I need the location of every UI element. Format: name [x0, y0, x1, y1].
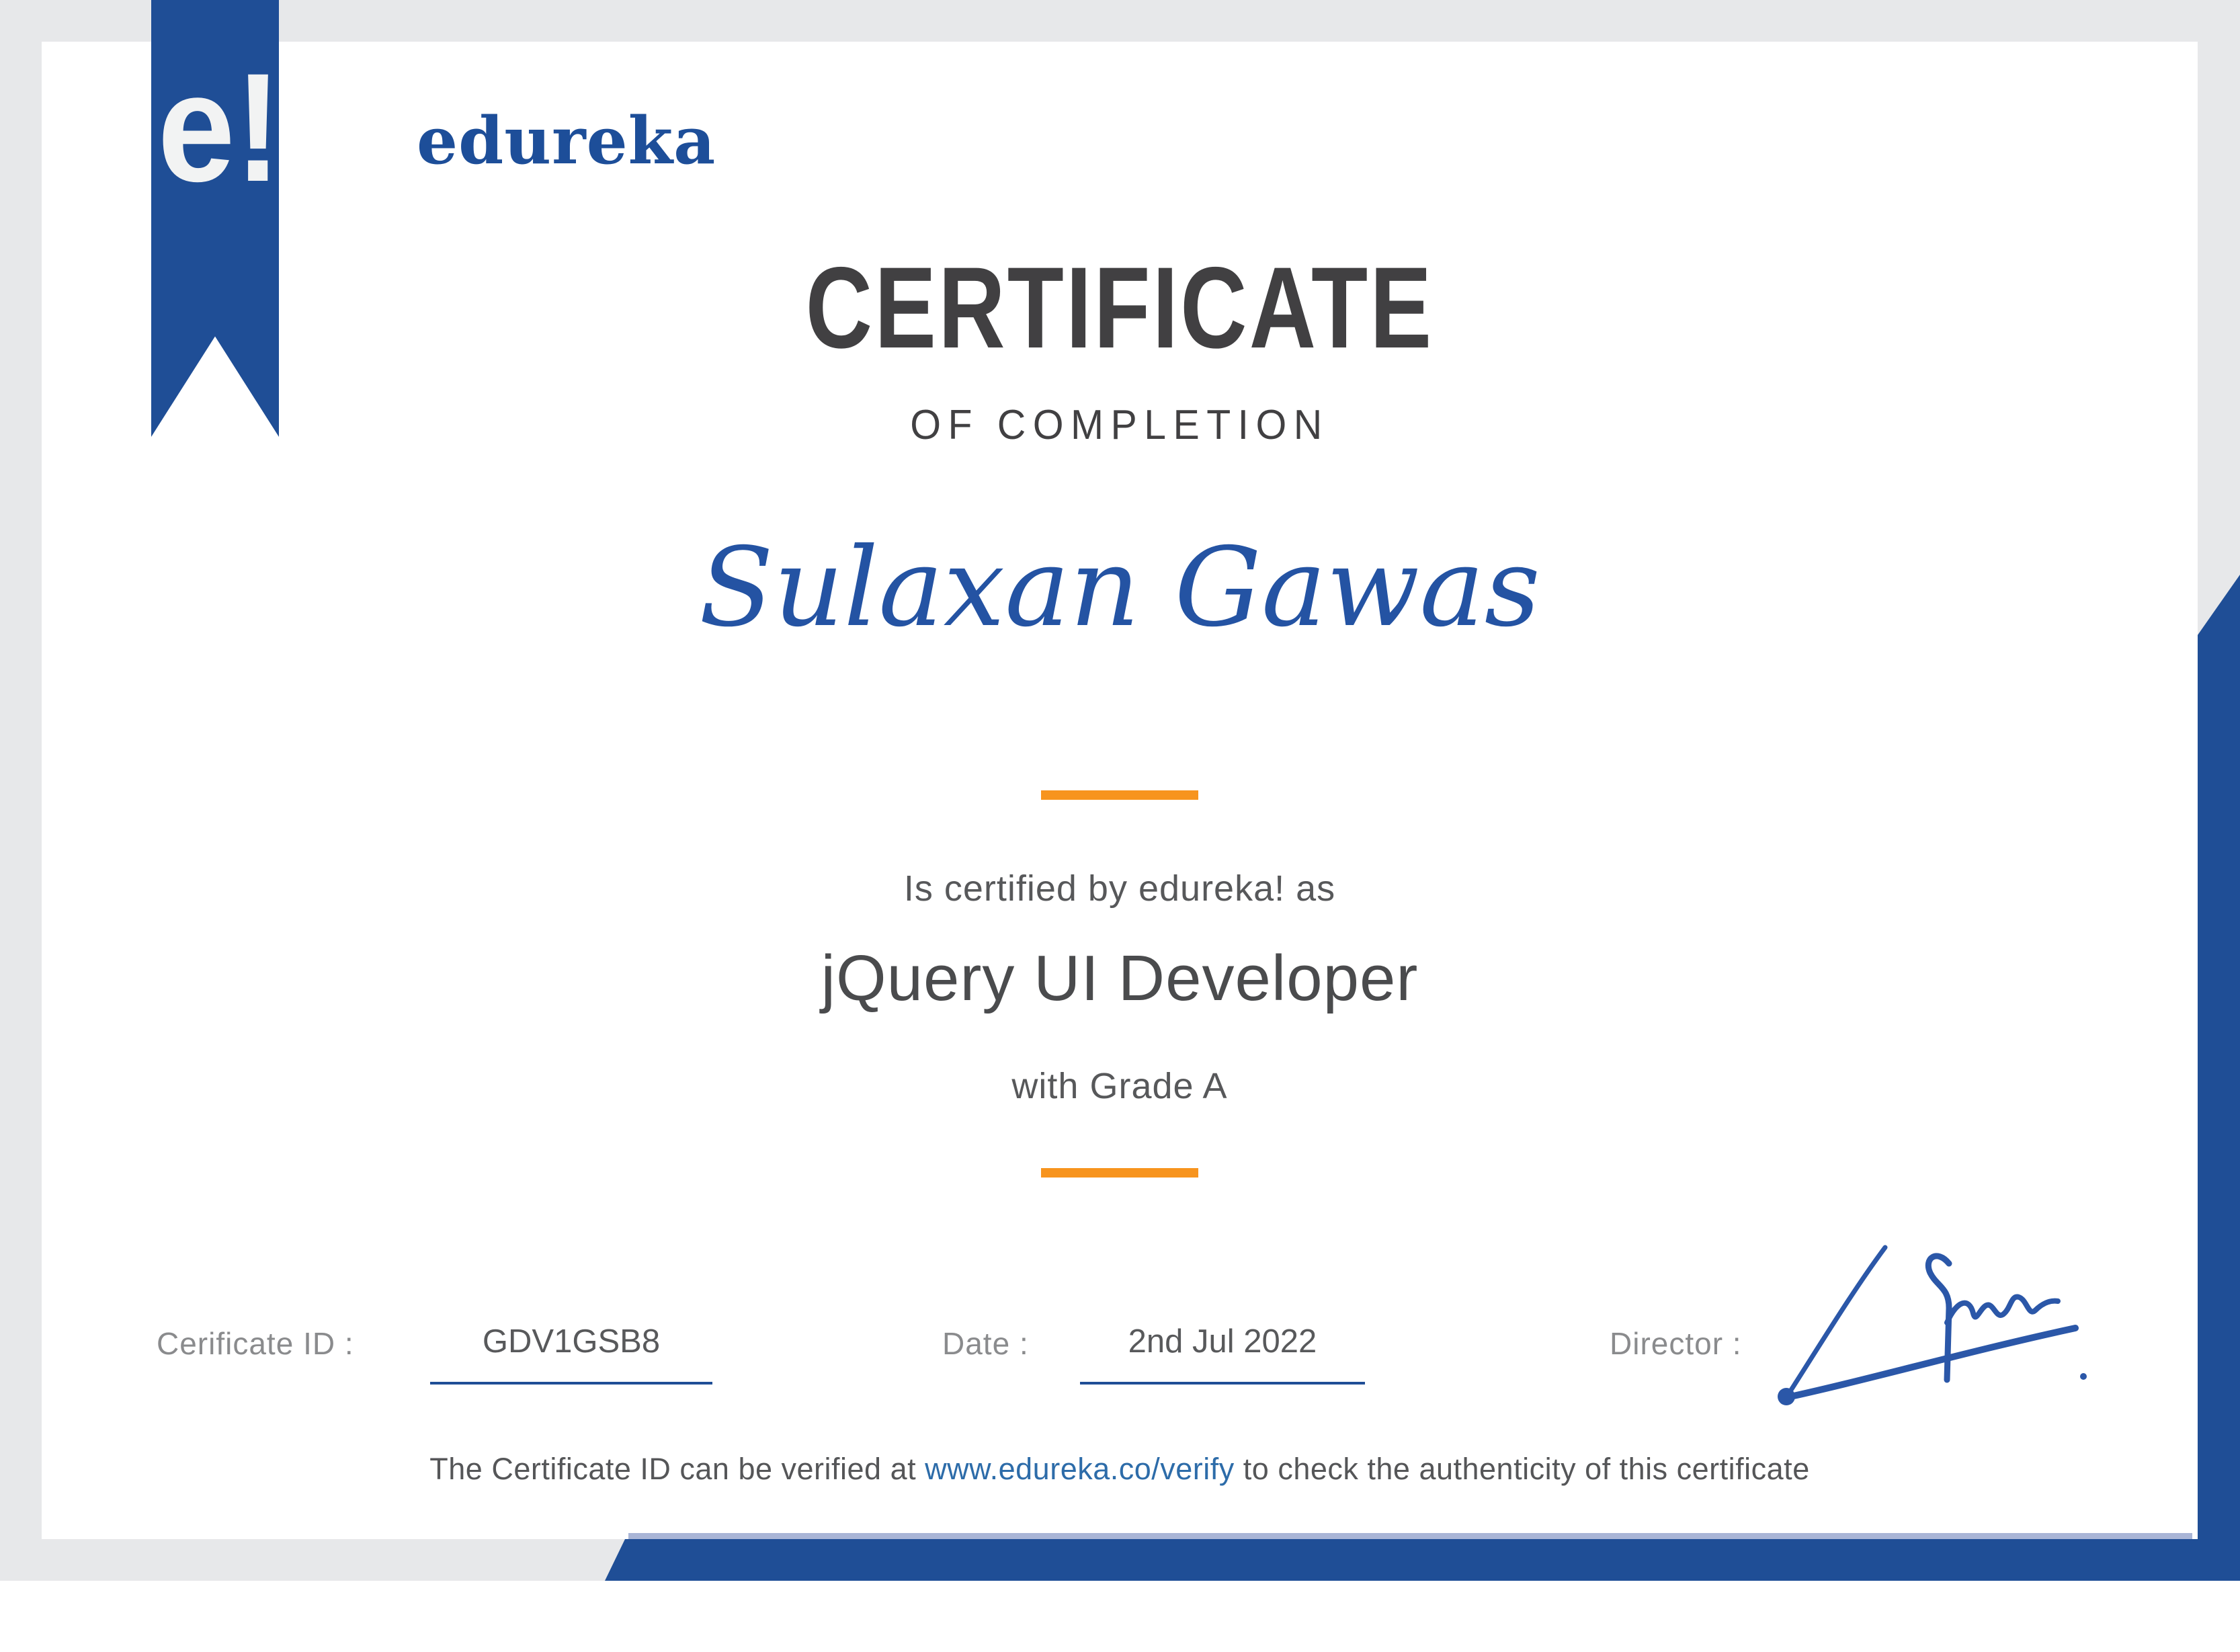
certificate-title: CERTIFICATE: [805, 243, 1434, 372]
verification-text-before: The Certificate ID can be verified at: [429, 1452, 925, 1486]
bottom-blue-band: [605, 1539, 2240, 1581]
certificate-id-underline: [430, 1382, 712, 1385]
bottom-band-highlight: [628, 1533, 2192, 1539]
date-underline: [1080, 1382, 1365, 1385]
recipient-name: Sulaxan Gawas: [699, 525, 1540, 651]
certificate-subtitle: OF COMPLETION: [910, 402, 1329, 448]
grade-line: with Grade A: [1011, 1066, 1228, 1106]
certificate-id-value: GDV1GSB8: [482, 1323, 661, 1360]
certified-by-line: Is certified by edureka! as: [903, 868, 1336, 909]
course-title: jQuery UI Developer: [821, 942, 1419, 1014]
verify-link[interactable]: www.edureka.co/verify: [925, 1452, 1235, 1486]
director-signature-icon: [1778, 1245, 2087, 1405]
verification-footer: The Certificate ID can be verified at ww…: [42, 1452, 2198, 1487]
edureka-monogram-icon: e!: [157, 41, 282, 214]
director-label: Director :: [1610, 1326, 1742, 1361]
date-value: 2nd Jul 2022: [1128, 1323, 1317, 1360]
right-edge-blue-accent: [2198, 575, 2240, 1581]
edureka-wordmark: edureka: [417, 103, 716, 179]
orange-divider-top: [1041, 790, 1198, 800]
verification-text-after: to check the authenticity of this certif…: [1234, 1452, 1810, 1486]
orange-divider-bottom: [1041, 1168, 1198, 1178]
certificate-page: e! edureka CERTIFICATE OF COMPLETION Sul…: [0, 0, 2240, 1652]
certificate-id-label: Cerificate ID :: [157, 1326, 354, 1361]
date-label: Date :: [942, 1326, 1029, 1361]
